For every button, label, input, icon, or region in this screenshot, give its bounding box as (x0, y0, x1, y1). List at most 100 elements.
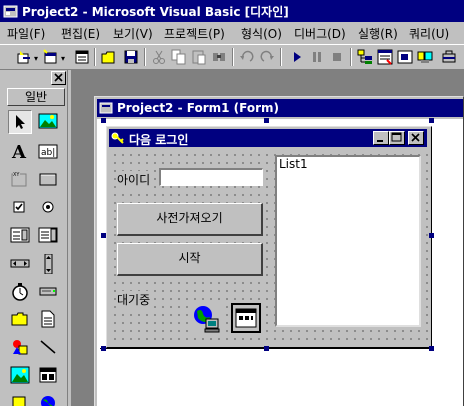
data-control-icon (39, 367, 57, 383)
add-project-dropdown-icon[interactable]: ▾ (34, 54, 38, 63)
timer-stopwatch-icon (12, 283, 28, 301)
drive-icon (39, 287, 57, 296)
object-browser-icon[interactable] (416, 48, 434, 66)
properties-window-icon[interactable] (376, 48, 394, 66)
menu-project[interactable]: 프로젝트(P) (164, 25, 225, 42)
resize-handle[interactable] (429, 346, 434, 351)
form-designer-titlebar[interactable]: Project2 - Form1 (Form) (97, 99, 463, 117)
svg-text:XY: XY (13, 172, 20, 178)
end-icon[interactable] (328, 48, 346, 66)
form-layout-icon[interactable] (396, 48, 414, 66)
menu-query[interactable]: 쿼리(U) (409, 25, 449, 42)
pointer-tool[interactable] (8, 110, 32, 134)
toolbox-close-button[interactable] (51, 71, 66, 85)
form-designer-title: Project2 - Form1 (Form) (117, 101, 279, 115)
menu-view[interactable]: 보기(V) (113, 25, 153, 42)
timer-tool[interactable] (8, 280, 32, 304)
frame-tool[interactable]: XY (8, 168, 32, 192)
shape-tool[interactable] (8, 336, 32, 360)
form-minimize-button[interactable] (373, 131, 389, 145)
start-icon[interactable] (288, 48, 306, 66)
data-tool[interactable] (36, 364, 60, 388)
form-icon (99, 102, 113, 114)
minimize-icon (377, 140, 383, 142)
drivelistbox-tool[interactable] (36, 280, 60, 304)
filelistbox-tool[interactable] (36, 308, 60, 332)
toolbox-toggle-icon[interactable] (440, 48, 458, 66)
cut-icon[interactable] (150, 48, 168, 66)
window-picturebox[interactable] (231, 303, 261, 333)
listbox-tool[interactable] (36, 224, 60, 248)
standard-toolbar: ▾ ▾ (0, 44, 464, 70)
menu-edit[interactable]: 편집(E) (61, 25, 100, 42)
menu-file[interactable]: 파일(F) (7, 25, 45, 42)
resize-handle[interactable] (101, 346, 106, 351)
dirlistbox-tool[interactable] (8, 308, 32, 332)
combobox-tool[interactable] (8, 224, 32, 248)
form-maximize-button[interactable] (389, 131, 405, 145)
resize-handle[interactable] (264, 118, 269, 123)
toolbar-separator (350, 48, 352, 66)
commandbutton-tool[interactable] (36, 168, 60, 192)
title-bar[interactable]: Project2 - Microsoft Visual Basic [디자인] (0, 0, 464, 22)
line-tool[interactable] (36, 336, 60, 360)
add-form-dropdown-icon[interactable]: ▾ (61, 54, 65, 63)
vb-ide-window: Project2 - Microsoft Visual Basic [디자인] … (0, 0, 464, 406)
add-form-icon[interactable] (42, 48, 60, 66)
toolbar-separator (280, 48, 282, 66)
picturebox-icon (38, 113, 58, 129)
menu-debug[interactable]: 디버그(D) (294, 25, 346, 42)
command-button-icon (39, 173, 57, 186)
resize-handle[interactable] (101, 118, 106, 123)
image-icon (10, 366, 30, 384)
resize-handle[interactable] (429, 118, 434, 123)
arrow-pointer-icon (16, 115, 25, 129)
resize-handle[interactable] (101, 233, 106, 238)
redo-icon[interactable] (258, 48, 276, 66)
checkbox-tool[interactable] (8, 196, 32, 220)
listbox-item[interactable]: List1 (277, 157, 419, 171)
toolbar-separator (144, 48, 146, 66)
vb-app-icon (3, 5, 18, 18)
form-close-button[interactable] (408, 131, 424, 145)
find-icon[interactable] (210, 48, 228, 66)
radio-button-icon (42, 201, 54, 213)
toolbox-tab-general[interactable]: 일반 (7, 88, 65, 106)
internet-picturebox[interactable] (191, 303, 221, 333)
resize-handle[interactable] (264, 346, 269, 351)
label-a-icon: A (11, 142, 27, 160)
resize-handle[interactable] (429, 233, 434, 238)
hscrollbar-tool[interactable] (8, 252, 32, 276)
optionbutton-tool[interactable] (36, 196, 60, 220)
menu-editor-icon[interactable] (73, 48, 91, 66)
designed-form[interactable]: 다음 로그인 아이디 사전가져오기 시작 대기중 List1 (106, 126, 432, 348)
ole-icon (12, 396, 26, 406)
add-project-icon[interactable] (15, 48, 33, 66)
paste-icon[interactable] (190, 48, 208, 66)
menu-format[interactable]: 형식(O) (241, 25, 282, 42)
id-textbox[interactable] (159, 168, 263, 186)
open-project-icon[interactable] (100, 48, 118, 66)
list1-listbox[interactable]: List1 (275, 155, 421, 327)
status-label: 대기중 (117, 291, 151, 308)
frame-icon: XY (11, 172, 27, 187)
label-tool[interactable]: A (8, 140, 32, 164)
break-icon[interactable] (308, 48, 326, 66)
window-title: Project2 - Microsoft Visual Basic [디자인] (22, 5, 289, 19)
fetch-dictionary-button[interactable]: 사전가져오기 (117, 203, 263, 236)
project-explorer-icon[interactable] (356, 48, 374, 66)
image-tool[interactable] (8, 364, 32, 388)
copy-icon[interactable] (170, 48, 188, 66)
designed-form-titlebar: 다음 로그인 (109, 129, 427, 147)
extra-tool[interactable] (36, 392, 60, 406)
start-button[interactable]: 시작 (117, 243, 263, 276)
menu-run[interactable]: 실행(R) (358, 25, 398, 42)
undo-icon[interactable] (238, 48, 256, 66)
form-grid: 아이디 사전가져오기 시작 대기중 List1 (109, 149, 429, 345)
ole-tool[interactable] (8, 392, 32, 406)
picturebox-tool[interactable] (36, 110, 60, 134)
save-project-icon[interactable] (122, 48, 140, 66)
id-label: 아이디 (117, 171, 151, 188)
textbox-tool[interactable]: ab| (36, 140, 60, 164)
vscrollbar-tool[interactable] (36, 252, 60, 276)
